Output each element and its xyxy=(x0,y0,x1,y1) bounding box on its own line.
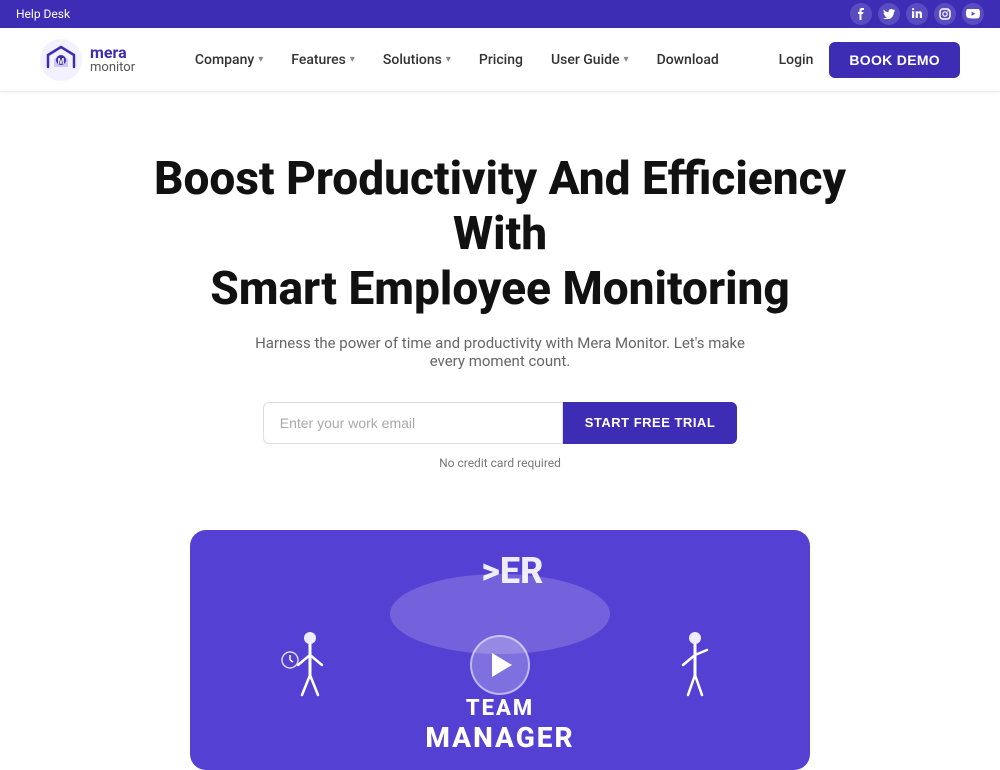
twitter-icon[interactable] xyxy=(878,3,900,25)
svg-text:M: M xyxy=(58,57,65,66)
nav-item-solutions[interactable]: Solutions ▾ xyxy=(383,52,451,68)
chevron-down-icon: ▾ xyxy=(350,54,355,65)
navbar: M mera monitor Company ▾ Features ▾ Solu… xyxy=(0,28,1000,92)
nav-item-features[interactable]: Features ▾ xyxy=(291,52,355,68)
logo-svg: M xyxy=(40,39,82,81)
nav-links: Company ▾ Features ▾ Solutions ▾ Pricing… xyxy=(195,52,719,68)
logo-mera: mera xyxy=(90,44,135,62)
instagram-icon[interactable] xyxy=(934,3,956,25)
play-icon xyxy=(492,653,512,677)
book-demo-button[interactable]: BOOK DEMO xyxy=(829,42,960,78)
social-icons-group xyxy=(850,3,984,25)
help-desk-label[interactable]: Help Desk xyxy=(16,7,70,21)
logo[interactable]: M mera monitor xyxy=(40,39,135,81)
hero-section: Boost Productivity And Efficiency With S… xyxy=(0,92,1000,500)
video-section[interactable]: >ER xyxy=(190,530,810,770)
video-bottom-labels: TEAM MANAGER xyxy=(190,696,810,770)
logo-text: mera monitor xyxy=(90,44,135,76)
hero-title: Boost Productivity And Efficiency With S… xyxy=(150,152,850,318)
video-partial-text: >ER xyxy=(481,550,543,592)
video-manager-label: MANAGER xyxy=(190,721,810,754)
nav-actions: Login BOOK DEMO xyxy=(779,42,960,78)
start-free-trial-button[interactable]: START FREE TRIAL xyxy=(563,402,738,444)
chevron-down-icon: ▾ xyxy=(624,54,629,65)
nav-item-company[interactable]: Company ▾ xyxy=(195,52,263,68)
chevron-down-icon: ▾ xyxy=(258,54,263,65)
hero-subtitle: Harness the power of time and productivi… xyxy=(240,334,760,370)
nav-item-download[interactable]: Download xyxy=(657,52,719,68)
nav-item-user-guide[interactable]: User Guide ▾ xyxy=(551,52,629,68)
no-credit-card-notice: No credit card required xyxy=(20,456,980,470)
nav-item-pricing[interactable]: Pricing xyxy=(479,52,523,68)
facebook-icon[interactable] xyxy=(850,3,872,25)
video-team-label: TEAM xyxy=(190,696,810,721)
login-button[interactable]: Login xyxy=(779,52,814,68)
linkedin-icon[interactable] xyxy=(906,3,928,25)
top-bar: Help Desk xyxy=(0,0,1000,28)
logo-monitor: monitor xyxy=(90,61,135,75)
email-input[interactable] xyxy=(263,402,563,444)
play-button[interactable] xyxy=(470,635,530,695)
cta-form: START FREE TRIAL xyxy=(20,402,980,444)
youtube-icon[interactable] xyxy=(962,3,984,25)
chevron-down-icon: ▾ xyxy=(446,54,451,65)
